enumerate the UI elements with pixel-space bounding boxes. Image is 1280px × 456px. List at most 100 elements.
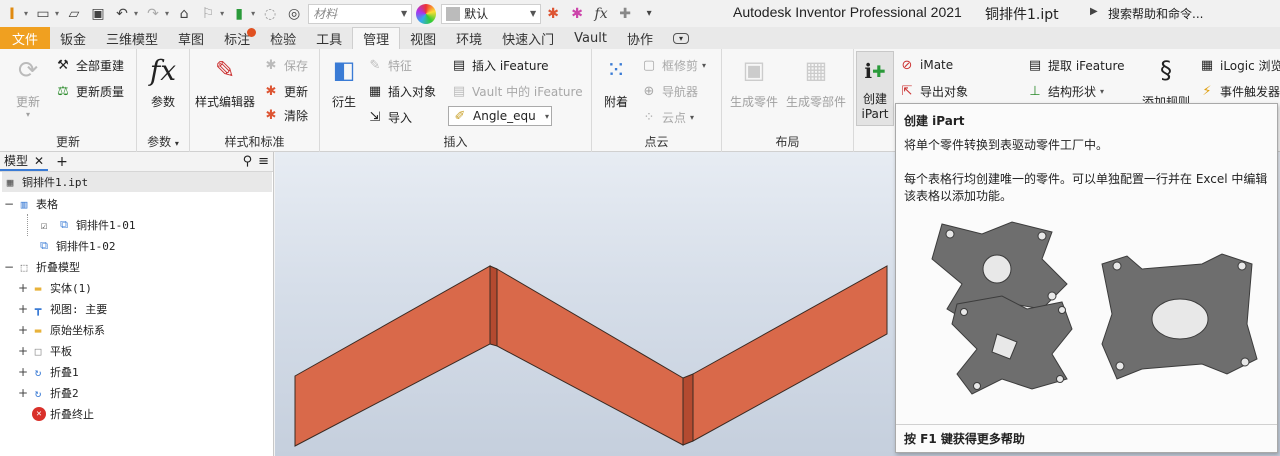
new-file-icon[interactable]: ▭ <box>34 5 52 23</box>
new-dropdown-icon[interactable]: ▾ <box>55 9 59 18</box>
tree-item-fold-1[interactable]: + ↻ 折叠1 <box>18 362 79 382</box>
tab-environments[interactable]: 环境 <box>446 27 492 49</box>
expand-icon[interactable]: + <box>18 281 30 295</box>
export-object-button[interactable]: ⇱ 导出对象 <box>898 81 968 101</box>
extract-ifeature-button[interactable]: ▤ 提取 iFeature <box>1026 55 1125 75</box>
collapse-icon[interactable]: − <box>4 260 16 274</box>
expand-icon[interactable]: + <box>18 386 30 400</box>
tree-item-face[interactable]: + □ 平板 <box>18 341 72 361</box>
tab-view[interactable]: 视图 <box>400 27 446 49</box>
tree-item-fold-2[interactable]: + ↻ 折叠2 <box>18 383 79 403</box>
tab-inspect[interactable]: 检验 <box>260 27 306 49</box>
import-button[interactable]: ⇲ 导入 <box>366 107 412 127</box>
navigator-button[interactable]: ⊕ 导航器 <box>640 81 698 101</box>
appearance-ball-icon[interactable]: ◎ <box>285 5 303 23</box>
tab-file[interactable]: 文件 <box>0 27 51 49</box>
redo-icon[interactable]: ↷ <box>144 5 162 23</box>
parameters-group-title[interactable]: 参数 ▾ <box>137 133 189 150</box>
create-ipart-button[interactable]: ℹ ✚ 创建 iPart <box>856 51 894 126</box>
tree-item-view-master[interactable]: + ┳ 视图: 主要 <box>18 299 107 319</box>
cloud-point-button[interactable]: ⁘ 云点 ▾ <box>640 107 694 127</box>
fx-icon[interactable]: fx <box>592 5 610 23</box>
adjust-appearance-icon[interactable]: ✱ <box>544 5 562 23</box>
expand-icon[interactable]: + <box>18 365 30 379</box>
add-tab-icon[interactable]: + <box>56 154 68 170</box>
close-tab-icon[interactable]: ✕ <box>34 154 44 168</box>
app-menu-dropdown-icon[interactable]: ▾ <box>24 9 28 18</box>
tab-collaborate-label: 协作 <box>626 32 653 48</box>
return-icon[interactable]: ▮ <box>230 5 248 23</box>
insert-object-button[interactable]: ▦ 插入对象 <box>366 81 436 101</box>
tab-collaborate[interactable]: 协作 <box>617 27 663 49</box>
structural-shape-button[interactable]: ⊥ 结构形状 ▾ <box>1026 81 1104 101</box>
save-style-button[interactable]: ✱ 保存 <box>262 55 308 75</box>
tree-item-member-02[interactable]: ⧉ 铜排件1-02 <box>36 236 115 256</box>
vault-ifeature-button[interactable]: ▤ Vault 中的 iFeature <box>450 81 583 101</box>
frame-trim-button[interactable]: ▢ 框修剪 ▾ <box>640 55 706 75</box>
tab-annotate[interactable]: 标注 <box>214 27 260 49</box>
ifeature-combo[interactable]: ✐ Angle_equ ▾ <box>448 106 552 126</box>
undo-dropdown-icon[interactable]: ▾ <box>134 9 138 18</box>
select-icon[interactable]: ⚐ <box>199 5 217 23</box>
update-style-button[interactable]: ✱ 更新 <box>262 81 308 101</box>
tree-item-folded-model[interactable]: − ⬚ 折叠模型 <box>4 257 80 277</box>
tree-item-end-of-folded[interactable]: ✕ 折叠终止 <box>32 404 94 424</box>
collapse-icon[interactable]: − <box>4 197 16 211</box>
tree-item-solid-bodies[interactable]: + ▬ 实体(1) <box>18 278 92 298</box>
feature-button[interactable]: ✎ 特征 <box>366 55 412 75</box>
tab-sheet-metal[interactable]: 钣金 <box>50 27 96 49</box>
frame-trim-label: 框修剪 <box>662 58 699 73</box>
purge-style-button[interactable]: ✱ 清除 <box>262 105 308 125</box>
insert-ifeature-button[interactable]: ▤ 插入 iFeature <box>450 55 549 75</box>
save-icon[interactable]: ▣ <box>89 5 107 23</box>
attach-button[interactable]: ⁙ 附着 <box>598 53 634 110</box>
style-editor-button[interactable]: ✎ 样式编辑器 <box>192 53 258 110</box>
tab-3d-model[interactable]: 三维模型 <box>96 27 168 49</box>
sketch-icon[interactable]: ◌ <box>261 5 279 23</box>
tab-sheet-metal-label: 钣金 <box>60 32 87 48</box>
home-icon[interactable]: ⌂ <box>175 5 193 23</box>
material-combo[interactable]: 材料 ▼ <box>308 3 413 24</box>
tab-vault[interactable]: Vault <box>564 27 617 49</box>
tree-item-table[interactable]: − ▥ 表格 <box>4 194 58 214</box>
rebuild-all-button[interactable]: ⚒ 全部重建 <box>54 55 124 75</box>
help-search-input[interactable]: 搜索帮助和命令... <box>1100 2 1280 24</box>
customize-qat-icon[interactable]: ▾ <box>640 5 658 23</box>
make-components-button[interactable]: ▦ 生成零部件 <box>782 53 850 110</box>
search-arrow-icon[interactable]: ▶ <box>1090 6 1098 17</box>
clear-appearance-icon[interactable]: ✱ <box>568 5 586 23</box>
ilogic-browser-button[interactable]: ▦ iLogic 浏览 <box>1198 55 1280 75</box>
appearance-combo[interactable]: 默认 ▼ <box>441 3 542 24</box>
derive-button[interactable]: ◧ 衍生 <box>326 53 362 110</box>
add-rule-button[interactable]: § 添加规则 <box>1138 53 1194 110</box>
tree-item-label: 铜排件1-01 <box>76 219 136 232</box>
tab-get-started[interactable]: 快速入门 <box>492 27 564 49</box>
make-part-button[interactable]: ▣ 生成零件 <box>726 53 782 110</box>
tree-root[interactable]: ▦ 铜排件1.ipt <box>2 172 272 192</box>
menu-icon[interactable]: ≡ <box>258 154 269 169</box>
parameters-button[interactable]: fx 参数 <box>143 53 183 110</box>
update-mass-button[interactable]: ⚖ 更新质量 <box>54 81 124 101</box>
undo-icon[interactable]: ↶ <box>113 5 131 23</box>
tab-tools[interactable]: 工具 <box>306 27 352 49</box>
redo-dropdown-icon[interactable]: ▾ <box>165 9 169 18</box>
imate-button[interactable]: ⊘ iMate <box>898 55 954 75</box>
tab-manage[interactable]: 管理 <box>352 27 401 49</box>
expand-icon[interactable]: + <box>18 323 30 337</box>
tab-sketch[interactable]: 草图 <box>168 27 214 49</box>
tree-item-member-01[interactable]: ☑ ⧉ 铜排件1-01 <box>36 215 136 235</box>
expand-icon[interactable]: + <box>18 344 30 358</box>
color-wheel-icon[interactable] <box>416 3 437 24</box>
browser-tab-model[interactable]: 模型 ✕ <box>0 152 49 171</box>
expand-icon[interactable]: + <box>18 302 30 316</box>
search-icon[interactable]: ⚲ <box>243 154 253 169</box>
open-folder-icon[interactable]: ▱ <box>65 5 83 23</box>
return-dropdown-icon[interactable]: ▾ <box>251 9 255 18</box>
event-trigger-button[interactable]: ⚡ 事件触发器 <box>1198 81 1280 101</box>
plus-icon[interactable]: ✚ <box>616 5 634 23</box>
update-button[interactable]: ⟳ 更新 ▾ <box>8 53 48 119</box>
insert-group-title: 插入 <box>443 135 468 149</box>
tree-item-origin[interactable]: + ▬ 原始坐标系 <box>18 320 105 340</box>
ribbon-options-button[interactable]: ▾ <box>663 27 699 49</box>
select-dropdown-icon[interactable]: ▾ <box>220 9 224 18</box>
